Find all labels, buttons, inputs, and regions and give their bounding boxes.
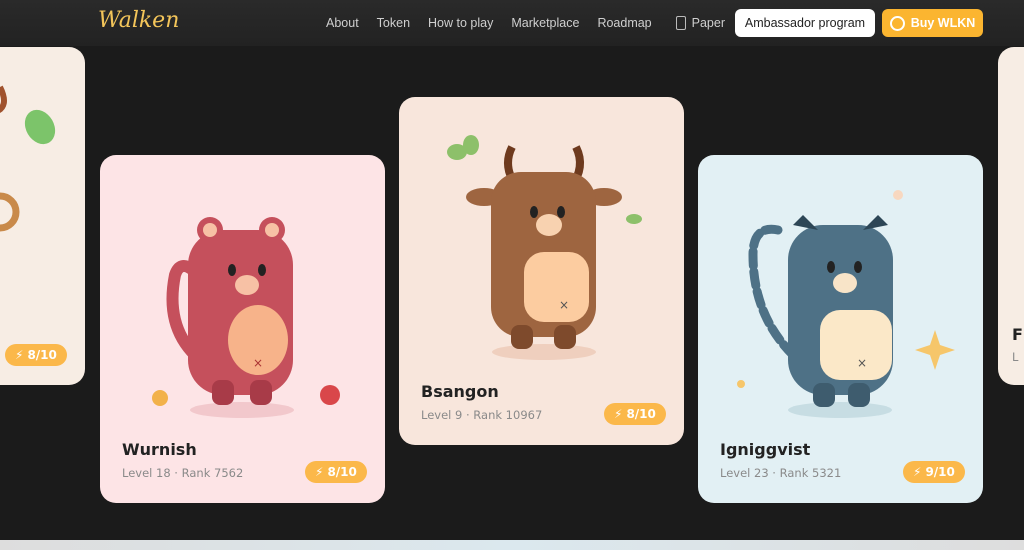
nav-token[interactable]: Token (377, 16, 410, 30)
svg-text:×: × (253, 356, 263, 370)
coin-icon (889, 15, 905, 31)
character-stats: Level 23 · Rank 5321 (720, 466, 842, 480)
document-icon (675, 16, 686, 30)
logo[interactable]: Walken (98, 8, 179, 33)
character-card[interactable]: × Wurnish Level 18 · Rank 7562 ⚡ 8/10 (100, 155, 385, 503)
energy-value: 9/10 (925, 465, 955, 479)
character-card-partial-right[interactable]: F L (998, 47, 1024, 385)
buy-label: Buy WLKN (910, 16, 976, 30)
nav-paper[interactable]: Paper (675, 16, 725, 30)
energy-badge: ⚡ 8/10 (604, 403, 666, 425)
character-card[interactable]: × Bsangon Level 9 · Rank 10967 ⚡ 8/10 (399, 97, 684, 445)
character-level: L (1012, 350, 1019, 364)
character-name: F (1012, 325, 1023, 344)
character-card-partial-left[interactable]: ⚡ 8/10 (0, 47, 85, 385)
character-name: Bsangon (421, 382, 499, 401)
character-name: Wurnish (122, 440, 197, 459)
energy-badge: ⚡ 9/10 (903, 461, 965, 483)
rank: Rank 10967 (473, 408, 543, 422)
level: Level 9 (421, 408, 463, 422)
paper-label: Paper (691, 16, 725, 30)
character-stats: Level 9 · Rank 10967 (421, 408, 543, 422)
nav-roadmap[interactable]: Roadmap (597, 16, 651, 30)
nav-links: About Token How to play Marketplace Road… (326, 0, 743, 46)
rank: Rank 5321 (779, 466, 842, 480)
character-illustration (0, 85, 56, 232)
rank: Rank 7562 (181, 466, 244, 480)
nav-marketplace[interactable]: Marketplace (511, 16, 579, 30)
ambassador-button[interactable]: Ambassador program (735, 9, 875, 37)
buy-wlkn-button[interactable]: Buy WLKN (882, 9, 983, 37)
taskbar (0, 540, 1024, 550)
energy-badge: ⚡ 8/10 (5, 344, 67, 366)
lightning-icon: ⚡ (913, 465, 922, 479)
lightning-icon: ⚡ (614, 407, 623, 421)
energy-badge: ⚡ 8/10 (305, 461, 367, 483)
top-nav: Walken About Token How to play Marketpla… (0, 0, 1024, 46)
nav-how-to-play[interactable]: How to play (428, 16, 493, 30)
character-name: Igniggvist (720, 440, 811, 459)
svg-text:×: × (857, 356, 867, 370)
energy-value: 8/10 (626, 407, 656, 421)
level: Level 23 (720, 466, 769, 480)
level: Level 18 (122, 466, 171, 480)
energy-value: 8/10 (327, 465, 357, 479)
nav-about[interactable]: About (326, 16, 359, 30)
lightning-icon: ⚡ (15, 348, 24, 362)
character-card[interactable]: × Igniggvist Level 23 · Rank 5321 ⚡ 9/10 (698, 155, 983, 503)
character-stats: Level 18 · Rank 7562 (122, 466, 244, 480)
lightning-icon: ⚡ (315, 465, 324, 479)
svg-text:×: × (559, 298, 569, 312)
energy-value: 8/10 (27, 348, 57, 362)
